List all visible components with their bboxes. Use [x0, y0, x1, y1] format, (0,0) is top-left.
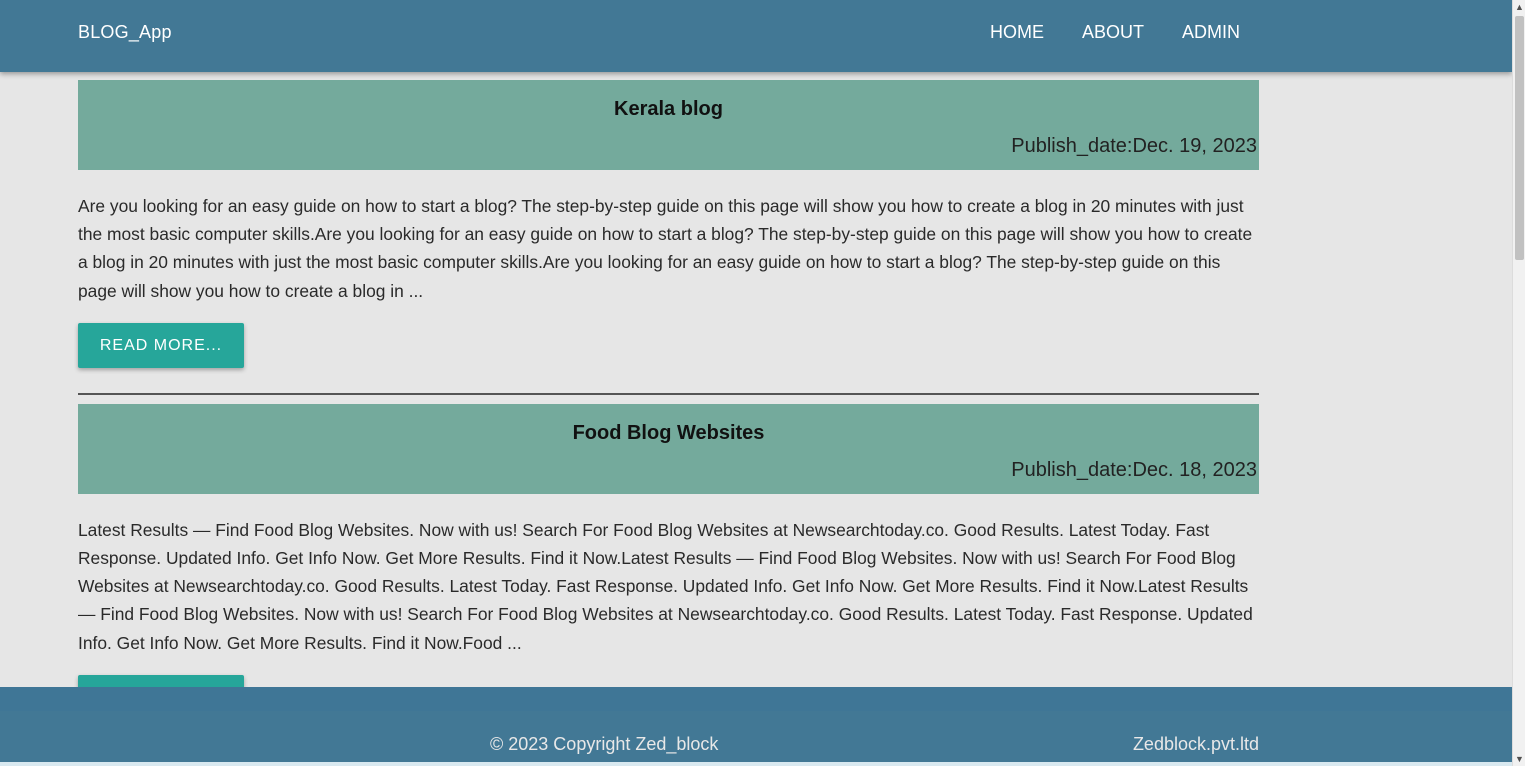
- post-divider: [78, 392, 1259, 395]
- post-date: Publish_date:Dec. 19, 2023: [1011, 135, 1257, 157]
- nav-admin-link[interactable]: ADMIN: [1182, 22, 1240, 43]
- post-header: Food Blog Websites Publish_date:Dec. 18,…: [78, 403, 1259, 494]
- footer-top-band: [0, 687, 1512, 711]
- nav-home-link[interactable]: HOME: [990, 22, 1044, 43]
- vertical-scrollbar[interactable]: ▲ ▼: [1512, 0, 1525, 766]
- chevron-up-icon[interactable]: ▲: [1513, 0, 1525, 14]
- blog-list: Kerala blog Publish_date:Dec. 19, 2023 A…: [78, 80, 1259, 720]
- footer-copyright: © 2023 Copyright Zed_block: [490, 734, 719, 754]
- page-viewport: BLOG_App HOME ABOUT ADMIN Kerala blog Pu…: [0, 0, 1512, 766]
- post-title: Kerala blog: [614, 98, 723, 120]
- top-navbar: BLOG_App HOME ABOUT ADMIN: [0, 0, 1512, 72]
- post-title: Food Blog Websites: [572, 421, 765, 444]
- footer-bottom-edge: [0, 762, 1512, 766]
- footer-company: Zedblock.pvt.ltd: [1132, 734, 1259, 754]
- scrollbar-thumb[interactable]: [1515, 16, 1524, 260]
- read-more-button[interactable]: READ MORE...: [78, 322, 244, 368]
- post-excerpt: Latest Results — Find Food Blog Websites…: [78, 519, 1253, 653]
- blog-post: Food Blog Websites Publish_date:Dec. 18,…: [78, 403, 1259, 720]
- blog-post: Kerala blog Publish_date:Dec. 19, 2023 A…: [78, 80, 1259, 395]
- chevron-down-icon[interactable]: ▼: [1513, 752, 1525, 766]
- post-header: Kerala blog Publish_date:Dec. 19, 2023: [78, 80, 1259, 170]
- page-footer: © 2023 Copyright Zed_block Zedblock.pvt.…: [0, 687, 1512, 766]
- nav-about-link[interactable]: ABOUT: [1082, 22, 1144, 43]
- brand-logo[interactable]: BLOG_App: [78, 22, 172, 43]
- post-excerpt: Are you looking for an easy guide on how…: [78, 196, 1253, 301]
- nav-links: HOME ABOUT ADMIN: [990, 22, 1240, 43]
- post-date: Publish_date:Dec. 18, 2023: [1011, 458, 1257, 481]
